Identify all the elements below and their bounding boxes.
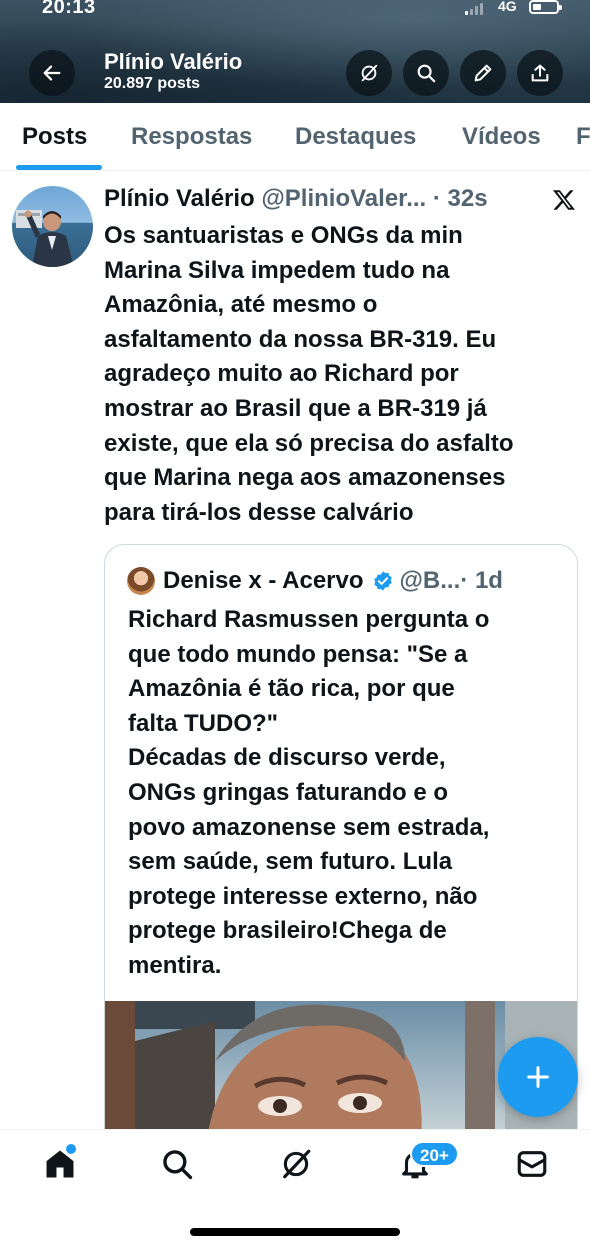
quote-author-name: Denise x - Acervo	[163, 567, 364, 594]
battery-icon	[529, 0, 562, 14]
tab-destaques[interactable]: Destaques	[295, 123, 416, 151]
search-icon	[163, 1150, 193, 1180]
profile-tabs: Posts Respostas Destaques Vídeos F	[0, 103, 590, 171]
avatar[interactable]	[12, 186, 93, 267]
edit-button[interactable]	[460, 50, 506, 96]
share-icon	[531, 64, 549, 82]
tab-more[interactable]: F	[576, 123, 590, 151]
grok-button[interactable]	[346, 50, 392, 96]
network-type: 4G	[498, 0, 517, 14]
post-author-name[interactable]: Plínio Valério	[104, 185, 255, 212]
post-count: 20.897 posts	[104, 75, 201, 92]
search-button[interactable]	[403, 50, 449, 96]
search-icon	[417, 64, 436, 83]
post-text: Os santuaristas e ONGs da min Marina Sil…	[104, 222, 514, 526]
plus-icon	[527, 1066, 549, 1088]
home-indicator	[190, 1228, 400, 1236]
quote-timestamp: · 1d	[460, 567, 503, 594]
share-button[interactable]	[517, 50, 563, 96]
grok-icon	[283, 1149, 311, 1179]
profile-name: Plínio Valério	[104, 49, 243, 74]
mail-icon	[517, 1151, 547, 1177]
avatar-photo	[16, 210, 74, 267]
quote-author-handle: @B...	[399, 567, 461, 594]
quote-header: Denise x - Acervo @B... · 1d	[163, 567, 503, 595]
tab-posts[interactable]: Posts	[22, 123, 87, 151]
compose-button[interactable]	[498, 1037, 578, 1117]
nav-grok[interactable]	[276, 1144, 316, 1184]
verified-badge-icon	[373, 571, 392, 591]
pencil-icon	[474, 64, 492, 82]
quote-avatar	[127, 567, 155, 595]
notifications-badge: 20+	[410, 1141, 459, 1167]
post-timestamp: · 32s	[432, 185, 488, 212]
signal-icon	[465, 3, 483, 15]
post-header: Plínio Valério @PlinioValer... · 32s	[104, 185, 488, 213]
x-logo-icon	[552, 190, 575, 210]
grok-icon	[361, 64, 378, 82]
tab-respostas[interactable]: Respostas	[131, 123, 252, 151]
status-bar: 20:13 4G	[0, 0, 590, 22]
tab-videos[interactable]: Vídeos	[462, 123, 541, 151]
home-notification-dot	[66, 1144, 76, 1154]
back-button[interactable]	[29, 50, 75, 96]
active-tab-indicator	[16, 165, 102, 170]
nav-messages[interactable]	[512, 1144, 552, 1184]
status-time: 20:13	[42, 0, 96, 18]
nav-search[interactable]	[157, 1144, 197, 1184]
post-author-handle[interactable]: @PlinioValer...	[261, 185, 426, 212]
quote-text: Richard Rasmussen pergunta o que todo mu…	[128, 606, 490, 979]
arrow-left-icon	[43, 65, 61, 81]
profile-header: 20:13 4G Plínio Valério 20.897 posts	[0, 0, 590, 103]
